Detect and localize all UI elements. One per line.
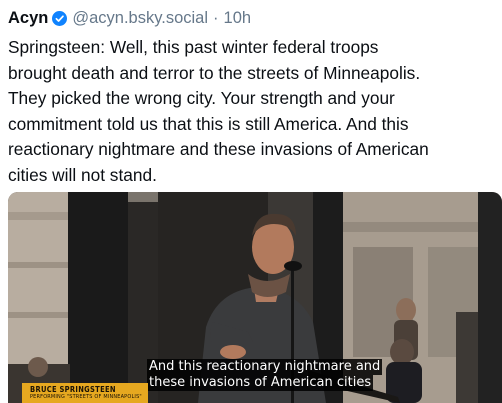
post-card[interactable]: Acyn @acyn.bsky.social · 10h Springsteen… xyxy=(0,0,502,403)
post-timestamp[interactable]: 10h xyxy=(224,9,252,28)
lower-third-banner: BRUCE SPRINGSTEEN PERFORMING "STREETS OF… xyxy=(22,383,148,403)
caption-line: And this reactionary nightmare and xyxy=(147,359,383,375)
lower-third-subtitle: PERFORMING "STREETS OF MINNEAPOLIS" xyxy=(30,394,142,400)
author-name[interactable]: Acyn xyxy=(8,9,48,28)
caption-line: these invasions of American cities xyxy=(147,375,374,391)
lower-third-name: BRUCE SPRINGSTEEN xyxy=(30,385,116,394)
author-handle[interactable]: @acyn.bsky.social xyxy=(72,9,208,28)
verified-check-icon xyxy=(52,10,68,26)
post-text: Springsteen: Well, this past winter fede… xyxy=(8,37,429,185)
separator-dot: · xyxy=(213,8,219,27)
video-player[interactable]: And this reactionary nightmare and these… xyxy=(8,192,502,403)
video-caption: And this reactionary nightmare and these… xyxy=(147,359,383,391)
post-header: Acyn @acyn.bsky.social · 10h xyxy=(8,6,251,30)
